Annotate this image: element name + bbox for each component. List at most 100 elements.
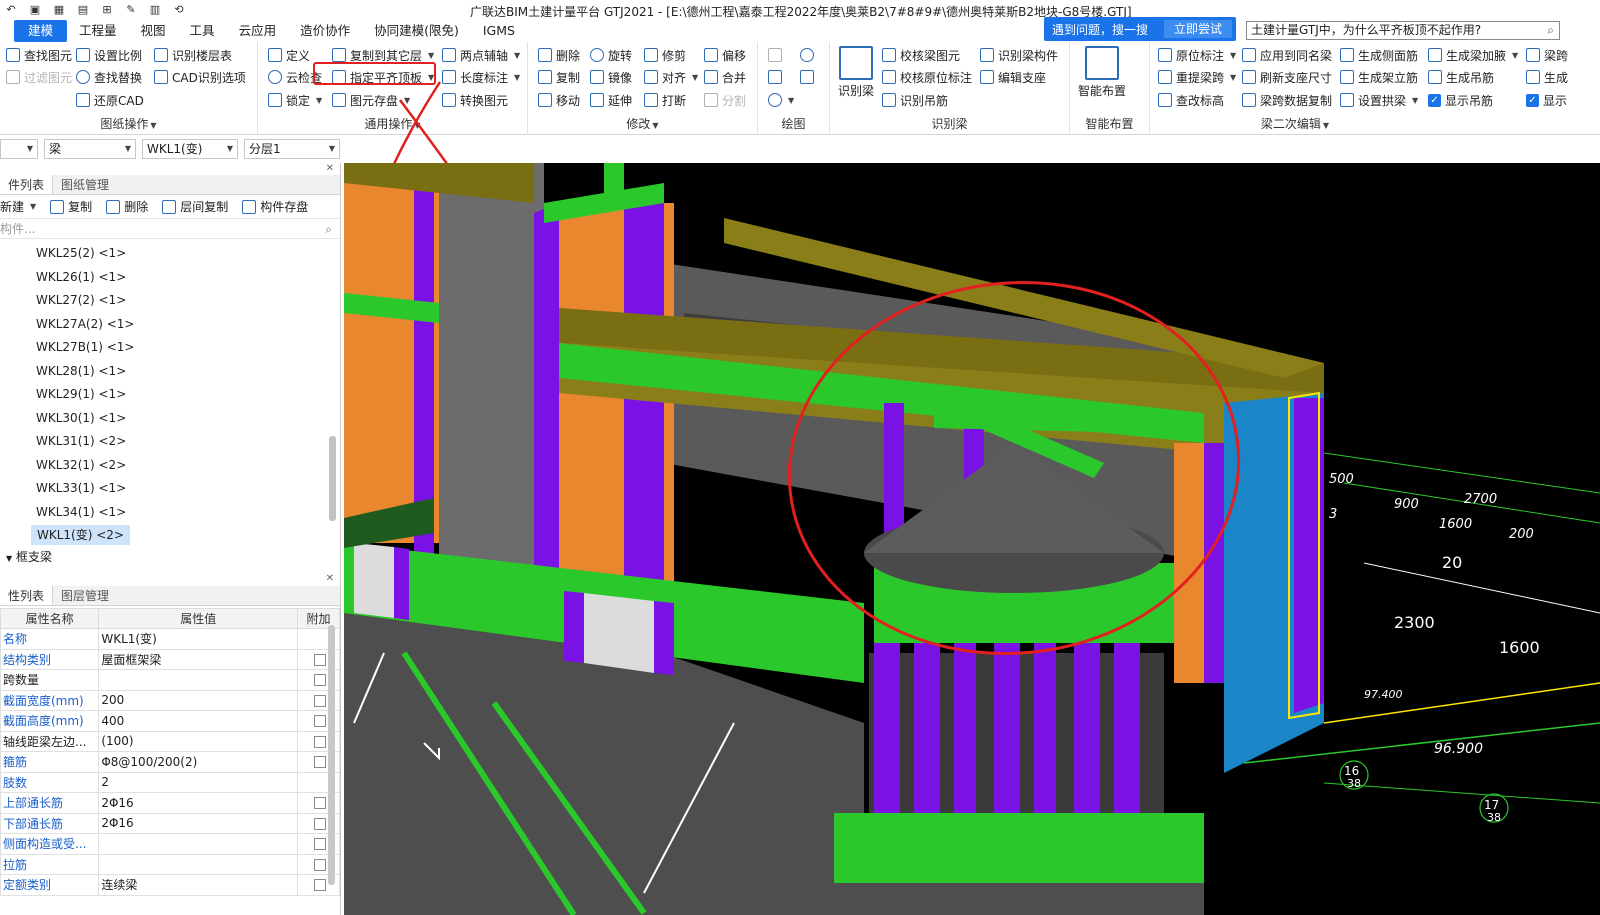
- floor-copy-button[interactable]: 层间复制: [162, 198, 228, 215]
- undo-icon[interactable]: ↶: [4, 3, 18, 17]
- property-value[interactable]: 200: [98, 689, 299, 711]
- attach-checkbox[interactable]: [313, 694, 326, 707]
- trim-button[interactable]: 修剪: [644, 45, 686, 65]
- split-button[interactable]: 分割: [704, 90, 746, 110]
- menu-tools[interactable]: 工具: [178, 20, 227, 42]
- floor-dropdown[interactable]: ▼: [0, 139, 38, 159]
- menu-quantity[interactable]: 工程量: [67, 20, 129, 42]
- menu-view[interactable]: 视图: [129, 20, 178, 42]
- merge-button[interactable]: 合并: [704, 67, 746, 87]
- properties-scrollbar[interactable]: [328, 625, 335, 885]
- qa-icon-6[interactable]: ▥: [148, 3, 162, 17]
- property-row[interactable]: 截面高度(mm) 400: [0, 710, 340, 732]
- mirror-button[interactable]: 镜像: [590, 67, 632, 87]
- qa-icon-7[interactable]: ⟲: [172, 3, 186, 17]
- attach-checkbox[interactable]: [313, 797, 326, 810]
- tab-layer-management[interactable]: 图层管理: [53, 586, 117, 605]
- apply-same-name-button[interactable]: 应用到同名梁: [1242, 45, 1332, 65]
- tree-item[interactable]: WKL27A(2) <1>: [36, 314, 134, 334]
- tree-item[interactable]: WKL28(1) <1>: [36, 361, 126, 381]
- menu-modeling[interactable]: 建模: [14, 20, 68, 42]
- copy-component-button[interactable]: 复制: [50, 198, 92, 215]
- property-row[interactable]: 上部通长筋 2Φ16: [0, 792, 340, 814]
- tree-item[interactable]: WKL25(2) <1>: [36, 243, 126, 263]
- cad-options-button[interactable]: CAD识别选项: [154, 67, 246, 87]
- group-label-beam-edit[interactable]: 梁二次编辑 ▼: [1150, 115, 1440, 132]
- beam-span-button[interactable]: 梁跨: [1526, 45, 1568, 65]
- delete-component-button[interactable]: 删除: [106, 198, 148, 215]
- set-arch-beam-button[interactable]: 设置拱梁 ▼: [1340, 90, 1418, 110]
- point-draw-button[interactable]: [768, 45, 782, 65]
- tree-item[interactable]: WKL27(2) <1>: [36, 290, 126, 310]
- property-value[interactable]: WKL1(变): [98, 628, 299, 650]
- tree-item[interactable]: WKL29(1) <1>: [36, 384, 126, 404]
- 3d-viewport[interactable]: 500 900 2700 1600 200 3 20 2300 1600 97.…: [344, 163, 1600, 915]
- property-row[interactable]: 箍筋 Φ8@100/200(2): [0, 751, 340, 773]
- length-dimension-button[interactable]: 长度标注 ▼: [442, 67, 520, 87]
- tab-component-list[interactable]: 件列表: [0, 175, 54, 194]
- attach-checkbox[interactable]: [313, 653, 326, 666]
- find-element-button[interactable]: 查找图元: [6, 45, 72, 65]
- qa-icon-2[interactable]: ▦: [52, 3, 66, 17]
- tree-item[interactable]: WKL30(1) <1>: [36, 408, 126, 428]
- tree-item[interactable]: WKL33(1) <1>: [36, 478, 126, 498]
- check-annotation-button[interactable]: 校核原位标注: [882, 67, 972, 87]
- property-value[interactable]: Φ8@100/200(2): [98, 751, 299, 773]
- offset-button[interactable]: 偏移: [704, 45, 746, 65]
- delete-button[interactable]: 删除: [538, 45, 580, 65]
- set-scale-button[interactable]: 设置比例: [76, 45, 142, 65]
- attach-checkbox[interactable]: [313, 858, 326, 871]
- help-search-input[interactable]: 土建计量GTJ中，为什么平齐板顶不起作用? ⌕: [1246, 21, 1560, 40]
- layer-dropdown[interactable]: 分层1 ▼: [244, 139, 340, 159]
- group-label-modify[interactable]: 修改 ▼: [528, 115, 757, 132]
- attach-checkbox[interactable]: [313, 817, 326, 830]
- find-replace-button[interactable]: 查找替换: [76, 67, 142, 87]
- copy-span-data-button[interactable]: 梁跨数据复制: [1242, 90, 1332, 110]
- type-dropdown[interactable]: 梁 ▼: [44, 139, 136, 159]
- qa-icon-4[interactable]: ⊞: [100, 3, 114, 17]
- property-row[interactable]: 结构类别 屋面框架梁: [0, 648, 340, 670]
- define-button[interactable]: 定义: [268, 45, 310, 65]
- lock-button[interactable]: 锁定 ▼: [268, 90, 322, 110]
- property-row[interactable]: 名称 WKL1(变): [0, 628, 340, 650]
- tree-item[interactable]: WKL31(1) <2>: [36, 431, 126, 451]
- in-situ-annotation-button[interactable]: 原位标注 ▼: [1158, 45, 1236, 65]
- property-row[interactable]: 跨数量: [0, 669, 340, 691]
- attach-checkbox[interactable]: [313, 756, 326, 769]
- close-icon[interactable]: ✕: [326, 163, 334, 174]
- qa-icon-5[interactable]: ✎: [124, 3, 138, 17]
- property-row[interactable]: 定额类别 连续梁: [0, 874, 340, 896]
- attach-checkbox[interactable]: [313, 838, 326, 851]
- property-value[interactable]: 400: [98, 710, 299, 732]
- qa-icon-3[interactable]: ▤: [76, 3, 90, 17]
- re-extract-span-button[interactable]: 重提梁跨 ▼: [1158, 67, 1236, 87]
- property-value[interactable]: 连续梁: [98, 874, 299, 896]
- menu-cloud[interactable]: 云应用: [227, 20, 289, 42]
- property-value[interactable]: 2Φ16: [98, 792, 299, 814]
- property-row[interactable]: 轴线距梁左边... (100): [0, 730, 340, 752]
- gen-side-rebar-button[interactable]: 生成侧面筋: [1340, 45, 1418, 65]
- search-icon[interactable]: ⌕: [1547, 22, 1554, 39]
- close-icon[interactable]: ✕: [326, 573, 334, 584]
- property-value[interactable]: 屋面框架梁: [98, 648, 299, 670]
- tab-drawing-management[interactable]: 图纸管理: [53, 175, 117, 194]
- property-row[interactable]: 截面宽度(mm) 200: [0, 689, 340, 711]
- property-value[interactable]: (100): [98, 730, 299, 752]
- menu-cost-collab[interactable]: 造价协作: [288, 20, 362, 42]
- copy-button[interactable]: 复制: [538, 67, 580, 87]
- component-search-input[interactable]: 构件... ⌕: [0, 219, 340, 239]
- tree-item[interactable]: WKL34(1) <1>: [36, 502, 126, 522]
- component-list-scrollbar[interactable]: [329, 436, 336, 521]
- menu-collab-modeling[interactable]: 协同建模(限免): [362, 20, 471, 42]
- move-button[interactable]: 移动: [538, 90, 580, 110]
- line-draw-button[interactable]: [768, 67, 782, 87]
- tree-item[interactable]: WKL27B(1) <1>: [36, 337, 134, 357]
- recognize-beam-component-button[interactable]: 识别梁构件: [980, 45, 1058, 65]
- recognize-beam-big-button[interactable]: 识别梁: [838, 46, 874, 98]
- check-elevation-button[interactable]: 查改标高: [1158, 90, 1224, 110]
- property-row[interactable]: 肢数 2: [0, 771, 340, 793]
- check-beam-button[interactable]: 校核梁图元: [882, 45, 960, 65]
- group-label-drawing-ops[interactable]: 图纸操作 ▼: [0, 115, 257, 132]
- gen-haunch-button[interactable]: 生成梁加腋 ▼: [1428, 45, 1518, 65]
- try-now-button[interactable]: 立即尝试: [1164, 20, 1233, 38]
